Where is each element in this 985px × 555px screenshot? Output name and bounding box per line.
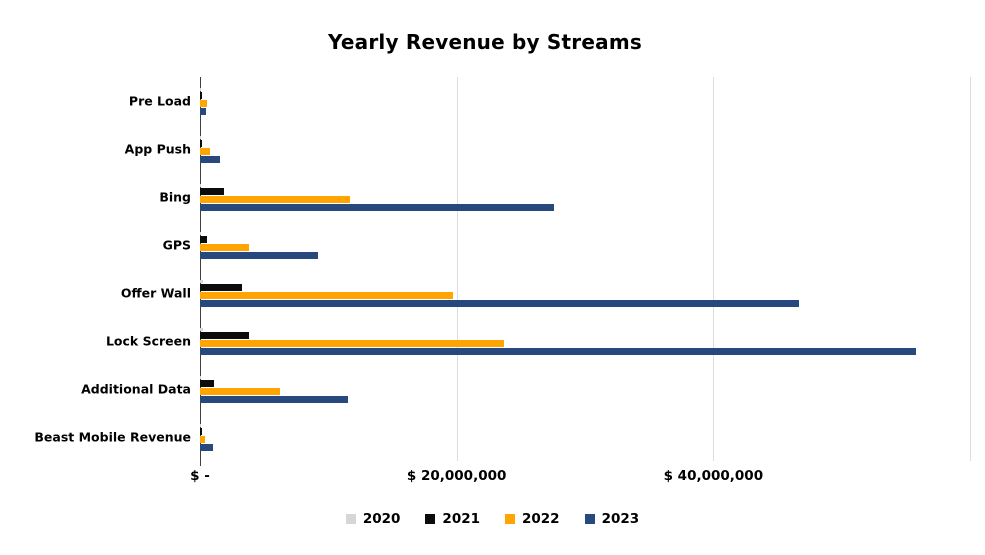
x-tick-label-zero: $ -	[190, 468, 210, 484]
bar-rows: Pre LoadApp PushBingGPSOffer WallLock Sc…	[200, 77, 970, 461]
category-row-gps: GPS	[200, 221, 970, 269]
bar-2020-additional-data	[200, 376, 201, 379]
bar-2020-lock-screen	[200, 328, 203, 331]
bar-2021-lock-screen	[200, 332, 249, 339]
bar-2023-beast-mobile-revenue	[200, 444, 213, 451]
category-row-lock-screen: Lock Screen	[200, 317, 970, 365]
category-label-beast-mobile-revenue: Beast Mobile Revenue	[34, 430, 191, 445]
legend: 2020 2021 2022 2023	[0, 506, 985, 532]
bar-2023-additional-data	[200, 396, 348, 403]
chart-page: Yearly Revenue by Streams Pre LoadApp Pu…	[0, 0, 985, 555]
bar-2021-pre-load	[200, 92, 202, 99]
bar-2021-bing	[200, 188, 224, 195]
bar-2020-pre-load	[200, 88, 201, 91]
category-row-beast-mobile-revenue: Beast Mobile Revenue	[200, 413, 970, 461]
bar-2023-pre-load	[200, 108, 206, 115]
category-row-bing: Bing	[200, 173, 970, 221]
bar-2021-offer-wall	[200, 284, 242, 291]
bar-2022-additional-data	[200, 388, 280, 395]
legend-item-2020: 2020	[346, 511, 401, 527]
category-label-offer-wall: Offer Wall	[121, 286, 191, 301]
legend-label-2020: 2020	[363, 511, 401, 527]
bar-2023-bing	[200, 204, 554, 211]
bar-2023-gps	[200, 252, 318, 259]
plot-area: Pre LoadApp PushBingGPSOffer WallLock Sc…	[200, 77, 970, 461]
category-label-pre-load: Pre Load	[129, 94, 191, 109]
bar-2022-offer-wall	[200, 292, 453, 299]
category-label-lock-screen: Lock Screen	[106, 334, 191, 349]
bar-2022-bing	[200, 196, 350, 203]
legend-item-2023: 2023	[585, 511, 640, 527]
bar-2020-offer-wall	[200, 280, 203, 283]
bar-2023-offer-wall	[200, 300, 799, 307]
legend-label-2023: 2023	[602, 511, 640, 527]
bar-2021-beast-mobile-revenue	[200, 428, 202, 435]
category-label-bing: Bing	[159, 190, 191, 205]
bar-2022-lock-screen	[200, 340, 504, 347]
bar-2023-lock-screen	[200, 348, 916, 355]
category-label-gps: GPS	[163, 238, 191, 253]
category-row-offer-wall: Offer Wall	[200, 269, 970, 317]
bar-2020-app-push	[200, 136, 201, 139]
category-row-pre-load: Pre Load	[200, 77, 970, 125]
x-tick-label-20m: $ 20,000,000	[407, 468, 507, 484]
x-tick-label-40m: $ 40,000,000	[664, 468, 764, 484]
bar-2022-gps	[200, 244, 249, 251]
gridline-60m	[970, 77, 971, 461]
legend-label-2022: 2022	[522, 511, 560, 527]
bar-2023-app-push	[200, 156, 220, 163]
bar-2022-beast-mobile-revenue	[200, 436, 205, 443]
legend-item-2022: 2022	[505, 511, 560, 527]
bar-2020-bing	[200, 184, 201, 187]
legend-swatch-2023	[585, 514, 595, 524]
category-row-app-push: App Push	[200, 125, 970, 173]
x-axis: $ - $ 20,000,000 $ 40,000,000	[200, 468, 970, 488]
legend-item-2021: 2021	[425, 511, 480, 527]
bar-2021-app-push	[200, 140, 202, 147]
chart-title: Yearly Revenue by Streams	[0, 30, 970, 54]
legend-swatch-2022	[505, 514, 515, 524]
bar-2021-additional-data	[200, 380, 214, 387]
legend-label-2021: 2021	[442, 511, 480, 527]
bar-2020-gps	[200, 232, 201, 235]
bar-2020-beast-mobile-revenue	[200, 424, 201, 427]
bar-2022-pre-load	[200, 100, 207, 107]
category-label-additional-data: Additional Data	[81, 382, 191, 397]
legend-swatch-2020	[346, 514, 356, 524]
bar-2021-gps	[200, 236, 207, 243]
category-row-additional-data: Additional Data	[200, 365, 970, 413]
category-label-app-push: App Push	[125, 142, 191, 157]
bar-2022-app-push	[200, 148, 210, 155]
legend-swatch-2021	[425, 514, 435, 524]
